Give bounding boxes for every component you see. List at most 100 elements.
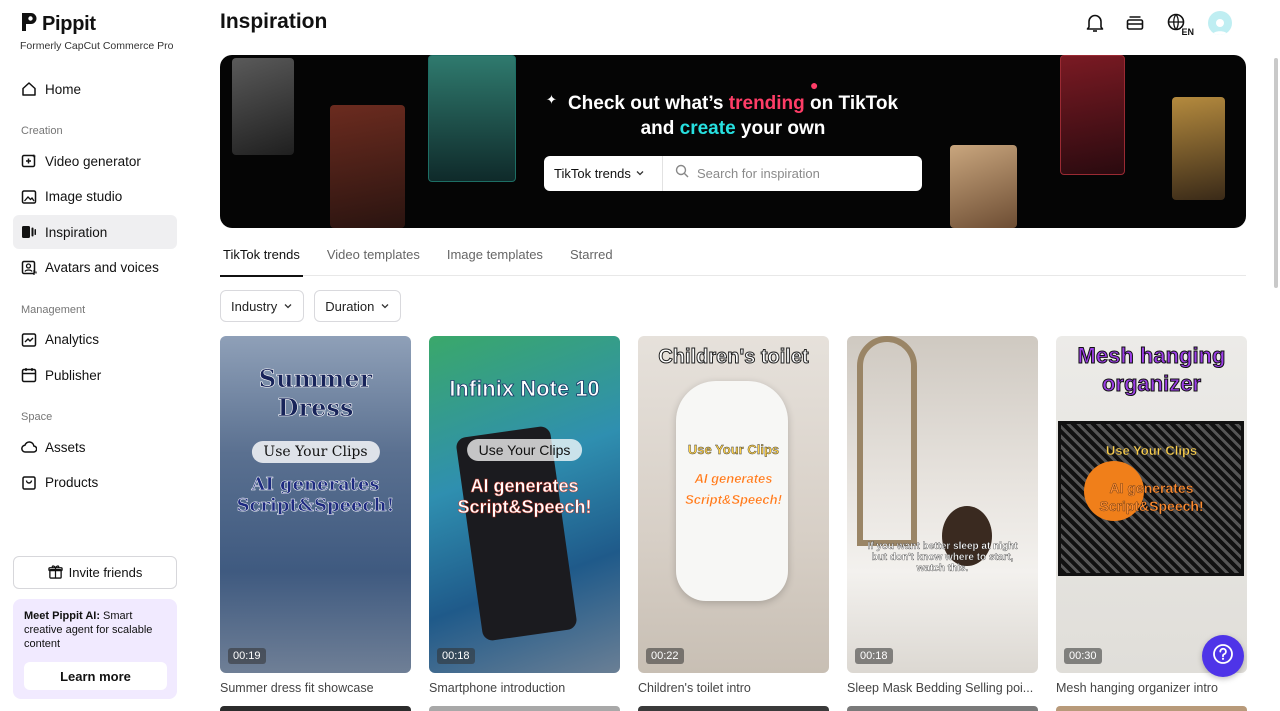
hero-line-1: Check out what’s trending on TikTok (220, 91, 1246, 116)
subscription-icon[interactable] (1124, 10, 1146, 36)
top-toolbar: EN (1084, 10, 1232, 37)
hero-line-2: and create your own (220, 116, 1246, 141)
sidebar-item-label: Inspiration (45, 224, 108, 240)
search-category-value: TikTok trends (554, 166, 631, 181)
card-overlay-title: Summer Dress (258, 364, 373, 423)
invite-friends-button[interactable]: Invite friends (13, 556, 177, 589)
hero-line1-pre: Check out what’s (567, 93, 729, 114)
sidebar-item-label: Products (45, 475, 99, 490)
brand[interactable]: Pippit Formerly CapCut Commerce Pro (20, 12, 173, 52)
learn-more-button[interactable]: Learn more (24, 662, 167, 690)
hero-trending: trending (728, 93, 805, 114)
card-title: Mesh hanging organizer intro (1056, 681, 1218, 695)
industry-filter-label: Industry (231, 298, 278, 314)
hero-line2-post: your own (735, 118, 826, 139)
card-pill: Use Your Clips (1105, 443, 1198, 458)
card-thumbnail: Mesh hanging organizer Use Your Clips AI… (1056, 336, 1247, 673)
template-grid: Summer Dress Use Your Clips AI generates… (220, 336, 1247, 695)
sidebar-item-avatars-voices[interactable]: Avatars and voices (13, 251, 177, 285)
card-overlay-title: Infinix Note 10 (449, 376, 600, 402)
card-ai-text: AI generates Script&Speech! (236, 474, 395, 517)
filter-bar: Industry Duration (220, 290, 402, 322)
template-card[interactable]: If you want better sleep at night but do… (847, 336, 1038, 695)
hero-thumbnail (950, 145, 1017, 228)
nav-section-creation: Creation (21, 125, 63, 137)
calendar-icon (21, 367, 37, 383)
language-globe-icon[interactable]: EN (1164, 10, 1194, 37)
template-card[interactable]: Children's toilet Use Your Clips AI gene… (638, 336, 829, 695)
duration-filter-label: Duration (325, 298, 375, 314)
hero-line1-post: on TikTok (804, 93, 899, 114)
template-card[interactable]: Summer Dress Use Your Clips AI generates… (220, 336, 411, 695)
search-input[interactable] (697, 166, 907, 181)
card-thumbnail: Summer Dress Use Your Clips AI generates… (220, 336, 411, 673)
card-ai-text: AI generates Script&Speech! (457, 476, 592, 518)
chevron-down-icon (635, 166, 645, 181)
home-icon (21, 81, 37, 97)
card-pill: Use Your Clips (466, 439, 583, 461)
gift-icon (47, 564, 63, 582)
card-title: Children's toilet intro (638, 681, 751, 695)
content-tabs: TikTok trends Video templates Image temp… (220, 240, 1246, 277)
search-category-select[interactable]: TikTok trends (544, 156, 663, 191)
hero-create: create (679, 118, 736, 139)
invite-friends-label: Invite friends (68, 565, 143, 580)
duration-filter[interactable]: Duration (314, 290, 402, 322)
sidebar-item-assets[interactable]: Assets (13, 430, 177, 464)
help-button[interactable] (1202, 635, 1244, 677)
nav-section-space: Space (21, 411, 53, 423)
industry-filter[interactable]: Industry (220, 290, 305, 322)
card-title: Summer dress fit showcase (220, 681, 374, 695)
template-card[interactable]: Infinix Note 10 Use Your Clips AI genera… (429, 336, 620, 695)
tab-starred[interactable]: Starred (567, 240, 616, 276)
card-ai-text: AI generates Script&Speech! (1099, 480, 1204, 514)
sidebar-item-label: Publisher (45, 367, 102, 383)
card-overlay-title: Children's toilet (658, 346, 809, 369)
sidebar-item-video-generator[interactable]: Video generator (13, 144, 177, 178)
sidebar-item-label: Avatars and voices (45, 260, 159, 275)
tab-image-templates[interactable]: Image templates (444, 240, 546, 276)
sidebar-item-analytics[interactable]: Analytics (13, 323, 177, 357)
page-title: Inspiration (220, 10, 328, 33)
video-plus-icon (21, 153, 37, 169)
sidebar-item-image-studio[interactable]: Image studio (13, 180, 177, 214)
tiktok-drop-icon: ● (810, 77, 819, 93)
analytics-icon (21, 332, 37, 348)
card-caption: If you want better sleep at night but do… (867, 541, 1018, 574)
user-avatar[interactable] (1208, 11, 1232, 35)
card-title: Smartphone introduction (429, 681, 566, 695)
notification-bell-icon[interactable] (1084, 10, 1106, 36)
sidebar-item-label: Assets (45, 439, 86, 455)
chevron-down-icon (380, 299, 390, 314)
sidebar-item-products[interactable]: Products (13, 466, 177, 500)
search-icon (675, 164, 689, 183)
tab-tiktok-trends[interactable]: TikTok trends (220, 240, 303, 277)
brand-subtitle: Formerly CapCut Commerce Pro (20, 40, 174, 52)
chevron-down-icon (283, 299, 293, 314)
page-scrollbar[interactable] (1274, 58, 1278, 288)
tab-video-templates[interactable]: Video templates (324, 240, 423, 276)
next-row-thumbnail (638, 706, 829, 711)
card-duration: 00:18 (437, 648, 475, 664)
card-duration: 00:30 (1064, 648, 1102, 664)
next-row-thumbnail (429, 706, 620, 711)
brand-name: Pippit (42, 13, 96, 35)
sidebar-item-publisher[interactable]: Publisher (13, 358, 177, 392)
next-row-thumbnail (220, 706, 411, 711)
image-icon (21, 189, 37, 205)
inspiration-icon (21, 224, 37, 240)
pippit-ai-promo: Meet Pippit AI: Smart creative agent for… (13, 599, 177, 699)
promo-text: Meet Pippit AI: Smart creative agent for… (24, 609, 166, 651)
hero-search-bar: TikTok trends (544, 156, 922, 191)
sidebar-item-label: Image studio (45, 189, 123, 204)
card-duration: 00:19 (228, 648, 266, 664)
sidebar: Pippit Formerly CapCut Commerce Pro Home… (0, 0, 190, 711)
cloud-icon (21, 439, 37, 455)
card-ai-text: AI generates Script&Speech! (685, 471, 782, 507)
sparkle-icon: ✦ (546, 92, 557, 107)
sidebar-item-inspiration[interactable]: Inspiration (13, 215, 177, 249)
sidebar-item-label: Home (45, 81, 82, 97)
next-row-thumbnail (1056, 706, 1247, 711)
promo-bold: Meet Pippit AI: (24, 610, 100, 622)
sidebar-item-home[interactable]: Home (13, 72, 177, 106)
